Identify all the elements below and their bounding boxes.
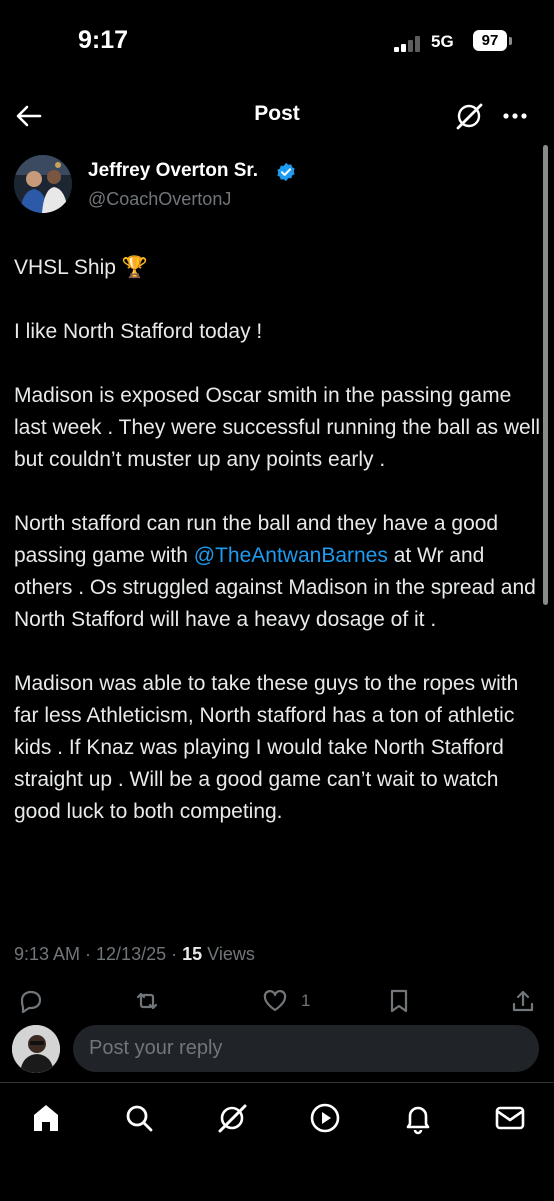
- nav-header: Post: [0, 85, 554, 145]
- post-meta: 9:13 AM · 12/13/25 · 15 Views: [14, 944, 255, 965]
- play-icon[interactable]: [308, 1101, 342, 1135]
- home-icon[interactable]: [29, 1101, 63, 1135]
- signal-icon: [394, 36, 424, 52]
- author-avatar[interactable]: [14, 155, 72, 213]
- post-paragraph: VHSL Ship 🏆: [14, 256, 148, 279]
- verified-badge-icon: [277, 162, 295, 182]
- post-timestamp[interactable]: 9:13 AM · 12/13/25 ·: [14, 944, 182, 964]
- grok-icon: [456, 103, 483, 130]
- views-label: Views: [202, 944, 255, 964]
- like-count: 1: [301, 991, 311, 1010]
- status-bar: 9:17 5G 97: [0, 0, 554, 80]
- post-text: VHSL Ship 🏆 I like North Stafford today …: [14, 252, 544, 828]
- bookmark-icon[interactable]: [386, 988, 412, 1014]
- reply-bar: [0, 1016, 554, 1082]
- reply-input[interactable]: [73, 1025, 539, 1072]
- bottom-tab-bar: [0, 1082, 554, 1201]
- action-bar: 1: [0, 988, 554, 1016]
- share-icon[interactable]: [510, 988, 536, 1014]
- user-avatar[interactable]: [12, 1025, 60, 1073]
- battery-nub: [509, 37, 512, 45]
- network-type: 5G: [431, 32, 454, 51]
- reply-icon[interactable]: [18, 988, 44, 1014]
- repost-icon[interactable]: [134, 988, 160, 1014]
- like-icon[interactable]: [262, 988, 288, 1014]
- post-paragraph: Madison is exposed Oscar smith in the pa…: [14, 384, 541, 471]
- author-name[interactable]: Jeffrey Overton Sr.: [88, 160, 258, 182]
- views-count: 15: [182, 944, 203, 964]
- status-time: 9:17: [78, 26, 129, 54]
- grok-button[interactable]: [453, 100, 485, 132]
- author-handle[interactable]: @CoachOvertonJ: [88, 189, 231, 210]
- search-icon[interactable]: [122, 1101, 156, 1135]
- messages-icon[interactable]: [493, 1101, 527, 1135]
- grok-icon[interactable]: [215, 1101, 249, 1135]
- mention-link[interactable]: @TheAntwanBarnes: [194, 544, 388, 567]
- post-paragraph: North stafford can run the ball and they…: [14, 508, 544, 636]
- more-horizontal-icon: [503, 113, 527, 119]
- post-paragraph: Madison was able to take these guys to t…: [14, 672, 519, 823]
- post-paragraph: I like North Stafford today !: [14, 320, 263, 343]
- notifications-icon[interactable]: [401, 1101, 435, 1135]
- more-button[interactable]: [500, 102, 530, 130]
- battery-icon: 97: [473, 30, 507, 51]
